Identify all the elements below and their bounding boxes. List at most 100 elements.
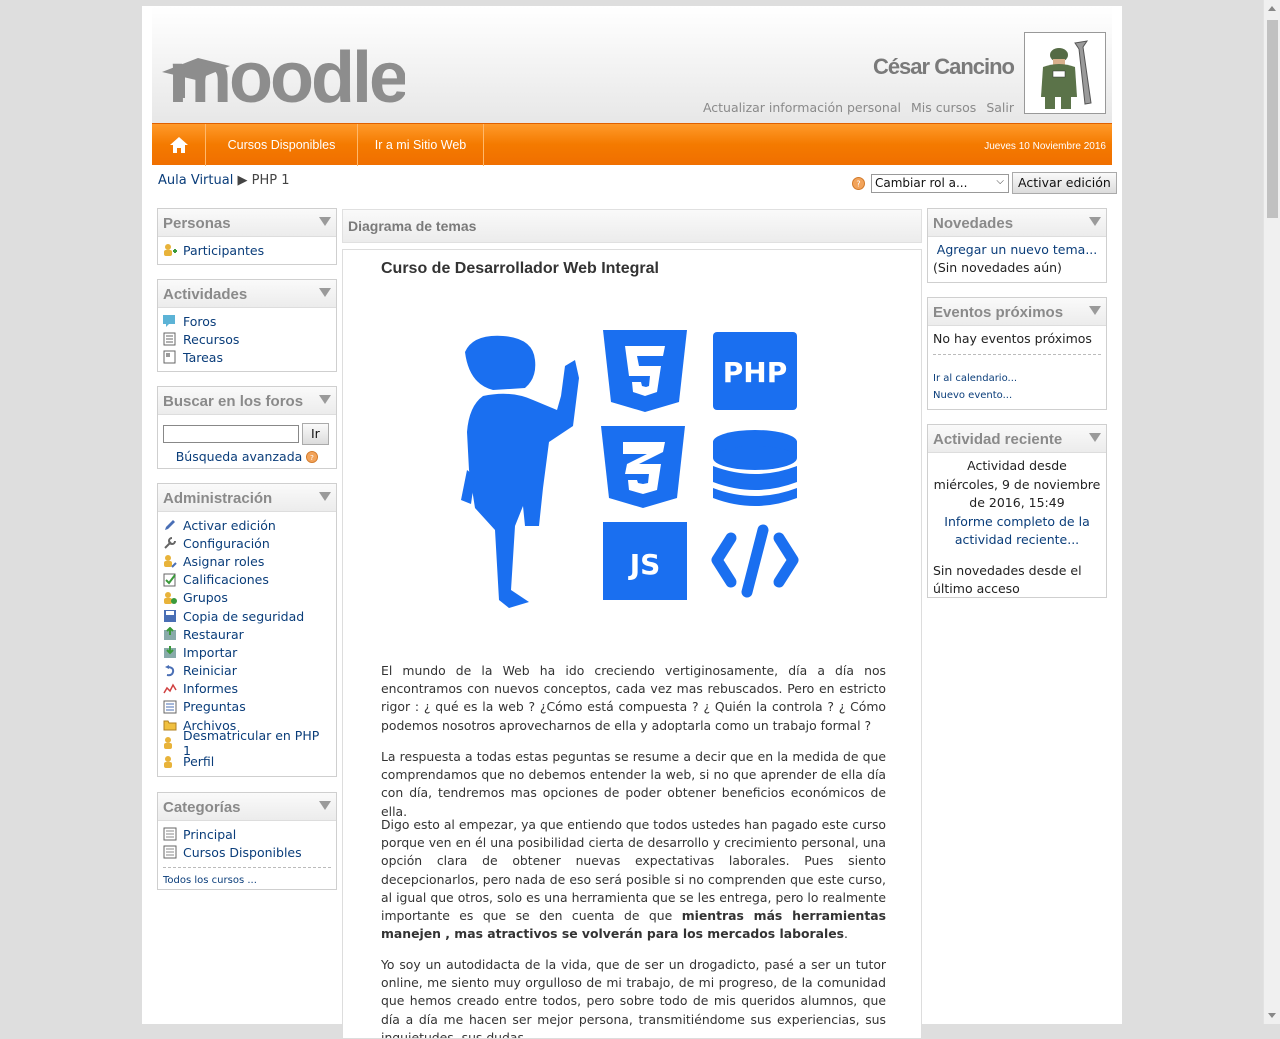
todos-los-cursos-link[interactable]: Todos los cursos ...	[163, 875, 257, 886]
topics-header: Diagrama de temas	[342, 209, 922, 243]
main-nav: Cursos Disponibles Ir a mi Sitio Web Jue…	[152, 123, 1112, 166]
assign-roles-icon	[164, 555, 177, 569]
collapse-icon[interactable]	[319, 288, 331, 297]
current-date: Jueves 10 Noviembre 2016	[984, 141, 1106, 152]
admin-informes[interactable]: Informes	[183, 681, 238, 696]
database-icon	[713, 430, 797, 506]
js-icon: JS	[603, 522, 687, 600]
folder-icon	[163, 720, 177, 731]
moodle-logo[interactable]: moodle	[160, 36, 405, 108]
html5-icon	[603, 330, 687, 412]
reset-icon	[165, 664, 175, 676]
role-controls: ? Cambiar rol a... ⌵ Activar edición	[852, 172, 1117, 194]
role-select[interactable]: Cambiar rol a... ⌵	[871, 173, 1009, 193]
users-icon	[164, 244, 177, 257]
categoria-principal[interactable]: Principal	[183, 827, 236, 842]
block-personas: Personas Participantes	[157, 208, 337, 265]
add-topic-link[interactable]: Agregar un nuevo tema...	[937, 242, 1097, 257]
search-go-button[interactable]: Ir	[302, 423, 329, 445]
svg-text:PHP: PHP	[723, 356, 787, 389]
advanced-search-link[interactable]: Búsqueda avanzada	[176, 449, 303, 464]
foros-link[interactable]: Foros	[183, 314, 216, 329]
profile-icon	[164, 755, 172, 768]
block-title: Eventos próximos	[933, 304, 1064, 321]
category-icon	[163, 845, 177, 859]
third-paragraph-end: .	[844, 926, 848, 942]
block-categorias: Categorías Principal Cursos Disponibles …	[157, 792, 337, 890]
collapse-icon[interactable]	[319, 395, 331, 404]
svg-text:?: ?	[856, 179, 860, 188]
collapse-icon[interactable]	[1089, 433, 1101, 442]
block-administracion: Administración Activar edición Configura…	[157, 483, 337, 777]
update-profile-link[interactable]: Actualizar información personal	[703, 100, 901, 115]
admin-asignar-roles[interactable]: Asignar roles	[183, 554, 264, 569]
fourth-paragraph: Yo soy un autodidacta de la vida, que de…	[381, 957, 886, 1039]
breadcrumb: Aula Virtual ▶ PHP 1	[158, 173, 289, 188]
site-header: moodle César Cancino Actualizar informac…	[152, 6, 1112, 124]
admin-calificaciones[interactable]: Calificaciones	[183, 572, 269, 587]
php-icon: PHP	[713, 332, 797, 410]
admin-restaurar[interactable]: Restaurar	[183, 627, 244, 642]
admin-copia-seguridad[interactable]: Copia de seguridad	[183, 609, 304, 624]
user-name[interactable]: César Cancino	[873, 54, 1015, 80]
unenrol-icon	[164, 737, 172, 750]
block-title: Administración	[163, 490, 273, 507]
page: moodle César Cancino Actualizar informac…	[142, 6, 1122, 1039]
collapse-icon[interactable]	[319, 492, 331, 501]
full-report-link[interactable]: Informe completo de la actividad recient…	[944, 514, 1089, 548]
admin-grupos[interactable]: Grupos	[183, 590, 228, 605]
help-icon[interactable]: ?	[852, 176, 865, 190]
my-courses-link[interactable]: Mis cursos	[911, 100, 976, 115]
wrench-icon	[164, 537, 176, 549]
admin-importar[interactable]: Importar	[183, 645, 237, 660]
calendar-link[interactable]: Ir al calendario...	[933, 373, 1017, 384]
import-icon	[164, 646, 176, 659]
tareas-link[interactable]: Tareas	[183, 350, 223, 365]
chevron-down-icon: ⌵	[996, 175, 1004, 187]
third-paragraph: Digo esto al empezar, ya que entiendo qu…	[381, 816, 886, 943]
collapse-icon[interactable]	[319, 217, 331, 226]
grades-icon	[163, 573, 176, 587]
nav-mi-sitio-web[interactable]: Ir a mi Sitio Web	[358, 124, 484, 166]
intro-paragraph: El mundo de la Web ha ido creciendo vert…	[381, 663, 886, 733]
scroll-up-icon[interactable]	[1268, 6, 1276, 11]
scroll-thumb[interactable]	[1267, 20, 1278, 218]
admin-activar-edicion[interactable]: Activar edición	[183, 518, 276, 533]
forum-search-input[interactable]	[163, 425, 299, 443]
breadcrumb-aula-virtual[interactable]: Aula Virtual	[158, 173, 233, 188]
second-paragraph: La respuesta a todas estas peguntas se r…	[381, 749, 886, 819]
svg-text:JS: JS	[628, 548, 661, 581]
participantes-link[interactable]: Participantes	[183, 243, 264, 258]
logout-link[interactable]: Salir	[986, 100, 1014, 115]
block-title: Buscar en los foros	[163, 393, 304, 410]
activate-edit-button[interactable]: Activar edición	[1012, 172, 1117, 194]
block-actividad-reciente: Actividad reciente Actividad desde miérc…	[927, 424, 1107, 598]
category-icon	[163, 827, 177, 841]
backup-icon	[164, 610, 176, 623]
recursos-link[interactable]: Recursos	[183, 332, 239, 347]
avatar[interactable]	[1024, 32, 1106, 114]
vertical-scrollbar[interactable]	[1263, 0, 1280, 1024]
collapse-icon[interactable]	[1089, 217, 1101, 226]
assignment-icon	[163, 350, 176, 364]
css3-icon	[601, 426, 685, 508]
no-events-text: No hay eventos próximos	[933, 331, 1092, 346]
scroll-down-icon[interactable]	[1268, 1013, 1276, 1018]
home-button[interactable]	[152, 124, 206, 166]
block-title: Categorías	[163, 799, 241, 816]
help-icon[interactable]: ?	[306, 451, 319, 463]
admin-reiniciar[interactable]: Reiniciar	[183, 663, 237, 678]
admin-preguntas[interactable]: Preguntas	[183, 699, 246, 714]
collapse-icon[interactable]	[319, 801, 331, 810]
pencil-icon	[165, 520, 175, 531]
admin-perfil[interactable]: Perfil	[183, 754, 214, 769]
nav-cursos-disponibles[interactable]: Cursos Disponibles	[206, 124, 358, 166]
admin-configuracion[interactable]: Configuración	[183, 536, 270, 551]
block-title: Personas	[163, 215, 231, 232]
new-event-link[interactable]: Nuevo evento...	[933, 390, 1012, 401]
logo-text: moodle	[168, 38, 405, 108]
collapse-icon[interactable]	[1089, 306, 1101, 315]
categoria-cursos-disponibles[interactable]: Cursos Disponibles	[183, 845, 302, 860]
block-eventos: Eventos próximos No hay eventos próximos…	[927, 297, 1107, 410]
activity-since-text: Actividad desde miércoles, 9 de noviembr…	[933, 458, 1101, 510]
